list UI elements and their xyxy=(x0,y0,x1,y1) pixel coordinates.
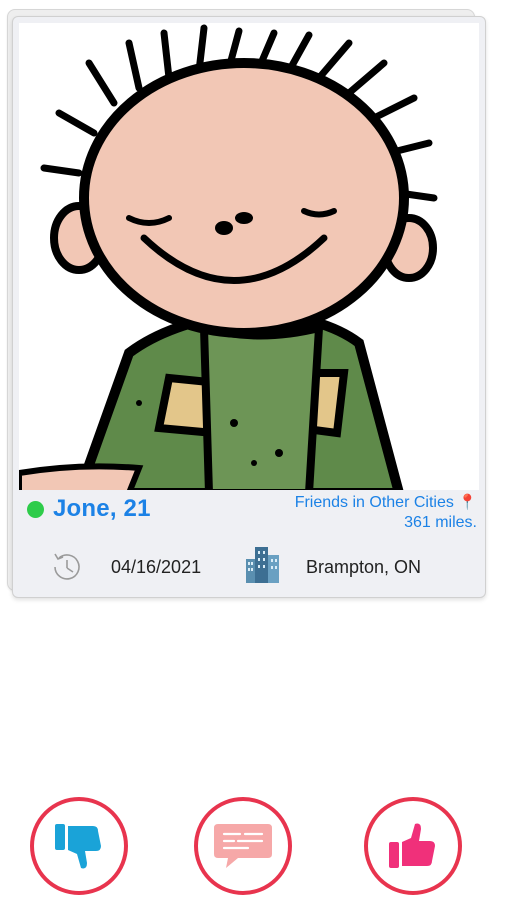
distance-value: 361 miles. xyxy=(404,514,477,531)
name-row: Jone, 21 xyxy=(27,494,151,524)
profile-location: Brampton, ON xyxy=(306,557,422,577)
history-clock-icon xyxy=(54,553,80,580)
thumbs-up-icon xyxy=(389,823,435,868)
profile-card[interactable]: Jone, 21 Friends in Other Cities 📍 361 mi… xyxy=(12,16,486,598)
like-button[interactable] xyxy=(364,797,462,895)
online-status-dot xyxy=(27,500,44,518)
dislike-button[interactable] xyxy=(30,797,128,895)
thumbs-down-icon xyxy=(55,824,101,869)
chat-bubble-icon xyxy=(214,824,272,868)
info-row: 04/16/2021 Brampton, ON xyxy=(13,547,485,583)
distance-info: Friends in Other Cities 📍 361 miles. xyxy=(287,493,477,533)
message-button[interactable] xyxy=(194,797,292,895)
location-pin-icon: 📍 xyxy=(458,494,477,511)
profile-photo xyxy=(19,23,479,490)
last-active-date: 04/16/2021 xyxy=(111,557,202,577)
profile-name-age: Jone, 21 xyxy=(53,495,151,522)
distance-label: Friends in Other Cities xyxy=(294,494,454,511)
city-buildings-icon xyxy=(246,547,279,583)
